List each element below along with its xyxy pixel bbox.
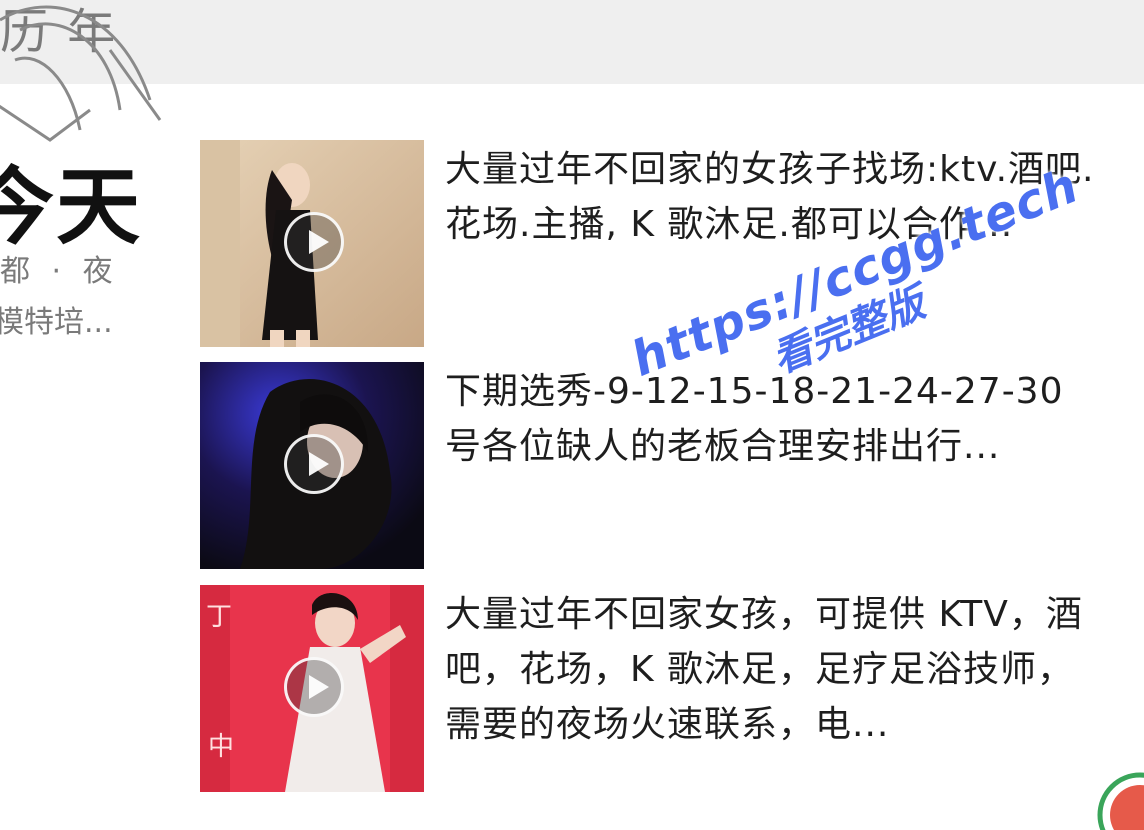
video-thumbnail[interactable] bbox=[200, 362, 424, 569]
svg-text:丁: 丁 bbox=[206, 602, 232, 632]
video-description[interactable]: 下期选秀-9-12-15-18-21-24-27-30 号各位缺人的老板合理安排… bbox=[445, 364, 1100, 474]
top-bar: 历 年 bbox=[0, 0, 1144, 84]
profile-description: 模特培... bbox=[0, 305, 113, 340]
sketch-avatar-icon bbox=[0, 5, 162, 142]
video-description[interactable]: 大量过年不回家女孩，可提供 KTV，酒吧，花场，K 歌沐足，足疗足浴技师，需要的… bbox=[445, 587, 1100, 752]
video-list-item[interactable]: 丁 中 大量过年不回家女孩，可提供 KTV，酒吧，花场，K 歌沐足，足疗足浴技师… bbox=[200, 585, 1100, 795]
profile-subtitle: 都 · 夜 bbox=[0, 254, 119, 289]
play-icon[interactable] bbox=[284, 657, 344, 717]
video-thumbnail[interactable] bbox=[200, 140, 424, 347]
video-list-item[interactable]: 下期选秀-9-12-15-18-21-24-27-30 号各位缺人的老板合理安排… bbox=[200, 362, 1100, 572]
video-description[interactable]: 大量过年不回家的女孩子找场:ktv.酒吧.花场.主播, K 歌沐足.都可以合作.… bbox=[445, 142, 1100, 252]
corner-badge-icon bbox=[1097, 772, 1144, 830]
play-icon[interactable] bbox=[284, 212, 344, 272]
play-icon[interactable] bbox=[284, 434, 344, 494]
svg-text:中: 中 bbox=[208, 732, 234, 762]
profile-title: 今天 bbox=[0, 158, 143, 256]
video-list-item[interactable]: 大量过年不回家的女孩子找场:ktv.酒吧.花场.主播, K 歌沐足.都可以合作.… bbox=[200, 140, 1100, 350]
video-thumbnail[interactable]: 丁 中 bbox=[200, 585, 424, 792]
